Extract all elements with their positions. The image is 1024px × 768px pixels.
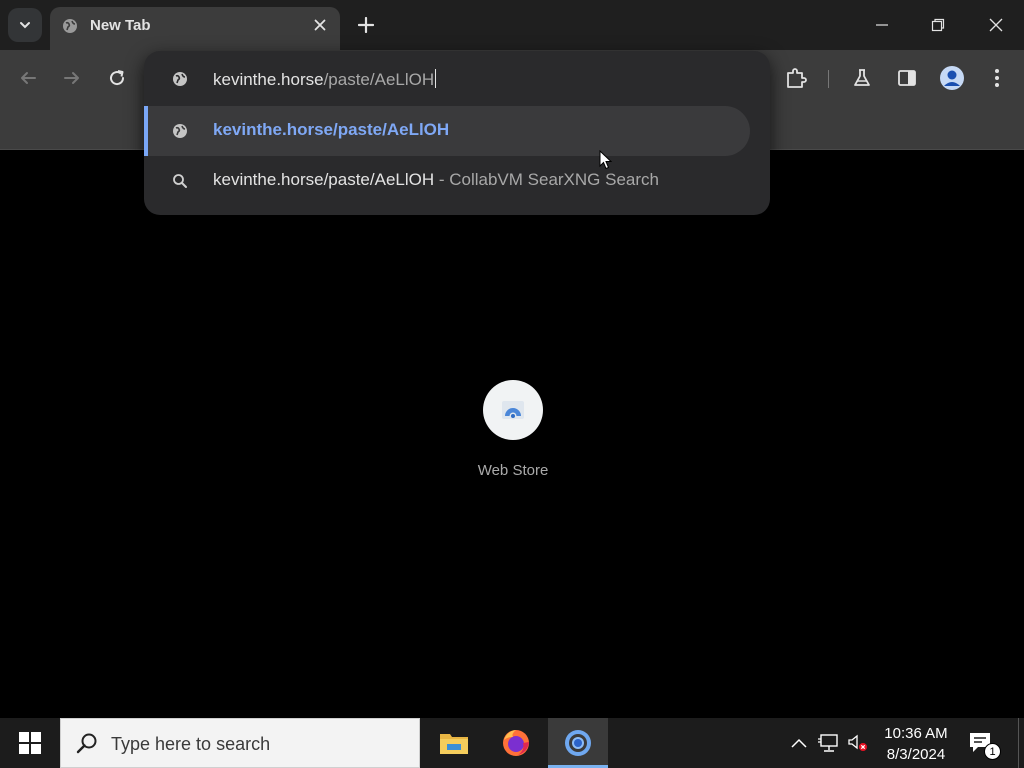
- search-placeholder: Type here to search: [111, 734, 271, 754]
- address-host: kevinthe.horse: [213, 70, 324, 89]
- clock-date: 8/3/2024: [886, 746, 946, 763]
- clock-time: 10:36 AM: [884, 725, 948, 742]
- shortcut-web-store[interactable]: Web Store: [463, 380, 563, 479]
- restore-icon: [931, 18, 945, 32]
- avatar-icon: [940, 66, 964, 90]
- windows-logo-icon: [19, 732, 41, 754]
- show-hidden-icons-button[interactable]: [788, 732, 810, 754]
- suggestion-url[interactable]: kevinthe.horse/paste/AeLlOH: [144, 106, 750, 156]
- suggestion-query: kevinthe.horse/paste/AeLlOH: [213, 170, 435, 189]
- volume-muted-icon: [848, 734, 867, 751]
- show-desktop-button[interactable]: [1018, 718, 1019, 768]
- suggestion-text: kevinthe.horse/paste/AeLlOH - CollabVM S…: [213, 170, 659, 190]
- side-panel-icon: [898, 70, 916, 86]
- firefox-icon: [503, 730, 529, 756]
- arrow-right-icon: [64, 72, 79, 84]
- mouse-cursor-icon: [599, 150, 613, 170]
- network-tray-button[interactable]: [818, 732, 840, 754]
- reload-button[interactable]: [103, 64, 131, 92]
- notification-count-badge: 1: [984, 743, 1001, 760]
- tab-new-tab[interactable]: New Tab: [50, 7, 340, 50]
- chevron-up-icon: [791, 738, 807, 748]
- suggestion-engine: CollabVM SearXNG Search: [449, 170, 659, 189]
- chrome-icon: [565, 730, 591, 756]
- minimize-button[interactable]: [867, 10, 897, 40]
- profile-button[interactable]: [938, 64, 966, 92]
- extensions-button[interactable]: [782, 64, 810, 92]
- new-tab-button[interactable]: [352, 11, 380, 39]
- suggestion-search[interactable]: kevinthe.horse/paste/AeLlOH - CollabVM S…: [144, 156, 750, 206]
- volume-tray-button[interactable]: [847, 732, 869, 754]
- taskbar-file-explorer[interactable]: [424, 718, 484, 768]
- network-icon: [818, 734, 838, 752]
- suggestion-text: kevinthe.horse/paste/AeLlOH: [213, 120, 450, 139]
- back-button[interactable]: [14, 64, 42, 92]
- search-icon: [76, 733, 97, 754]
- taskbar-firefox[interactable]: [486, 718, 546, 768]
- web-store-icon: [502, 401, 524, 420]
- address-input[interactable]: kevinthe.horse/paste/AeLlOH: [213, 69, 437, 90]
- close-icon[interactable]: [312, 17, 328, 33]
- puzzle-icon: [787, 68, 807, 88]
- globe-icon: [173, 72, 187, 86]
- tab-strip: New Tab: [0, 0, 1024, 50]
- labs-button[interactable]: [848, 64, 876, 92]
- shortcut-label: Web Store: [477, 462, 549, 479]
- start-button[interactable]: [0, 718, 60, 768]
- shortcut-tile: [483, 380, 543, 440]
- text-caret: [435, 69, 437, 88]
- tab-search-button[interactable]: [8, 8, 42, 42]
- close-window-button[interactable]: [981, 10, 1011, 40]
- folder-icon: [440, 734, 468, 754]
- search-icon: [173, 174, 187, 188]
- chevron-down-icon: [20, 22, 30, 29]
- forward-button[interactable]: [58, 64, 86, 92]
- suggestion-separator: -: [434, 170, 450, 189]
- close-icon: [989, 18, 1003, 32]
- taskbar-search-box[interactable]: Type here to search: [60, 718, 420, 768]
- toolbar-divider: [828, 70, 829, 88]
- kebab-menu-icon: [995, 69, 999, 87]
- address-bar[interactable]: kevinthe.horse/paste/AeLlOH: [144, 51, 770, 107]
- reload-icon: [110, 70, 125, 86]
- globe-icon: [63, 19, 77, 33]
- flask-icon: [854, 69, 870, 86]
- taskbar-chrome[interactable]: [548, 718, 608, 768]
- tab-title: New Tab: [90, 17, 151, 34]
- address-path: /paste/AeLlOH: [323, 70, 435, 89]
- menu-button[interactable]: [983, 64, 1011, 92]
- arrow-left-icon: [21, 72, 36, 84]
- system-clock[interactable]: 10:36 AM 8/3/2024: [876, 723, 956, 765]
- taskbar: Type here to search 10:36 AM 8/3/2024 1: [0, 718, 1024, 768]
- globe-icon: [173, 124, 187, 138]
- restore-button[interactable]: [923, 10, 953, 40]
- plus-icon: [358, 17, 374, 33]
- side-panel-button[interactable]: [893, 64, 921, 92]
- omnibox-dropdown: kevinthe.horse/paste/AeLlOH kevinthe.hor…: [144, 51, 770, 215]
- minimize-icon: [876, 24, 888, 26]
